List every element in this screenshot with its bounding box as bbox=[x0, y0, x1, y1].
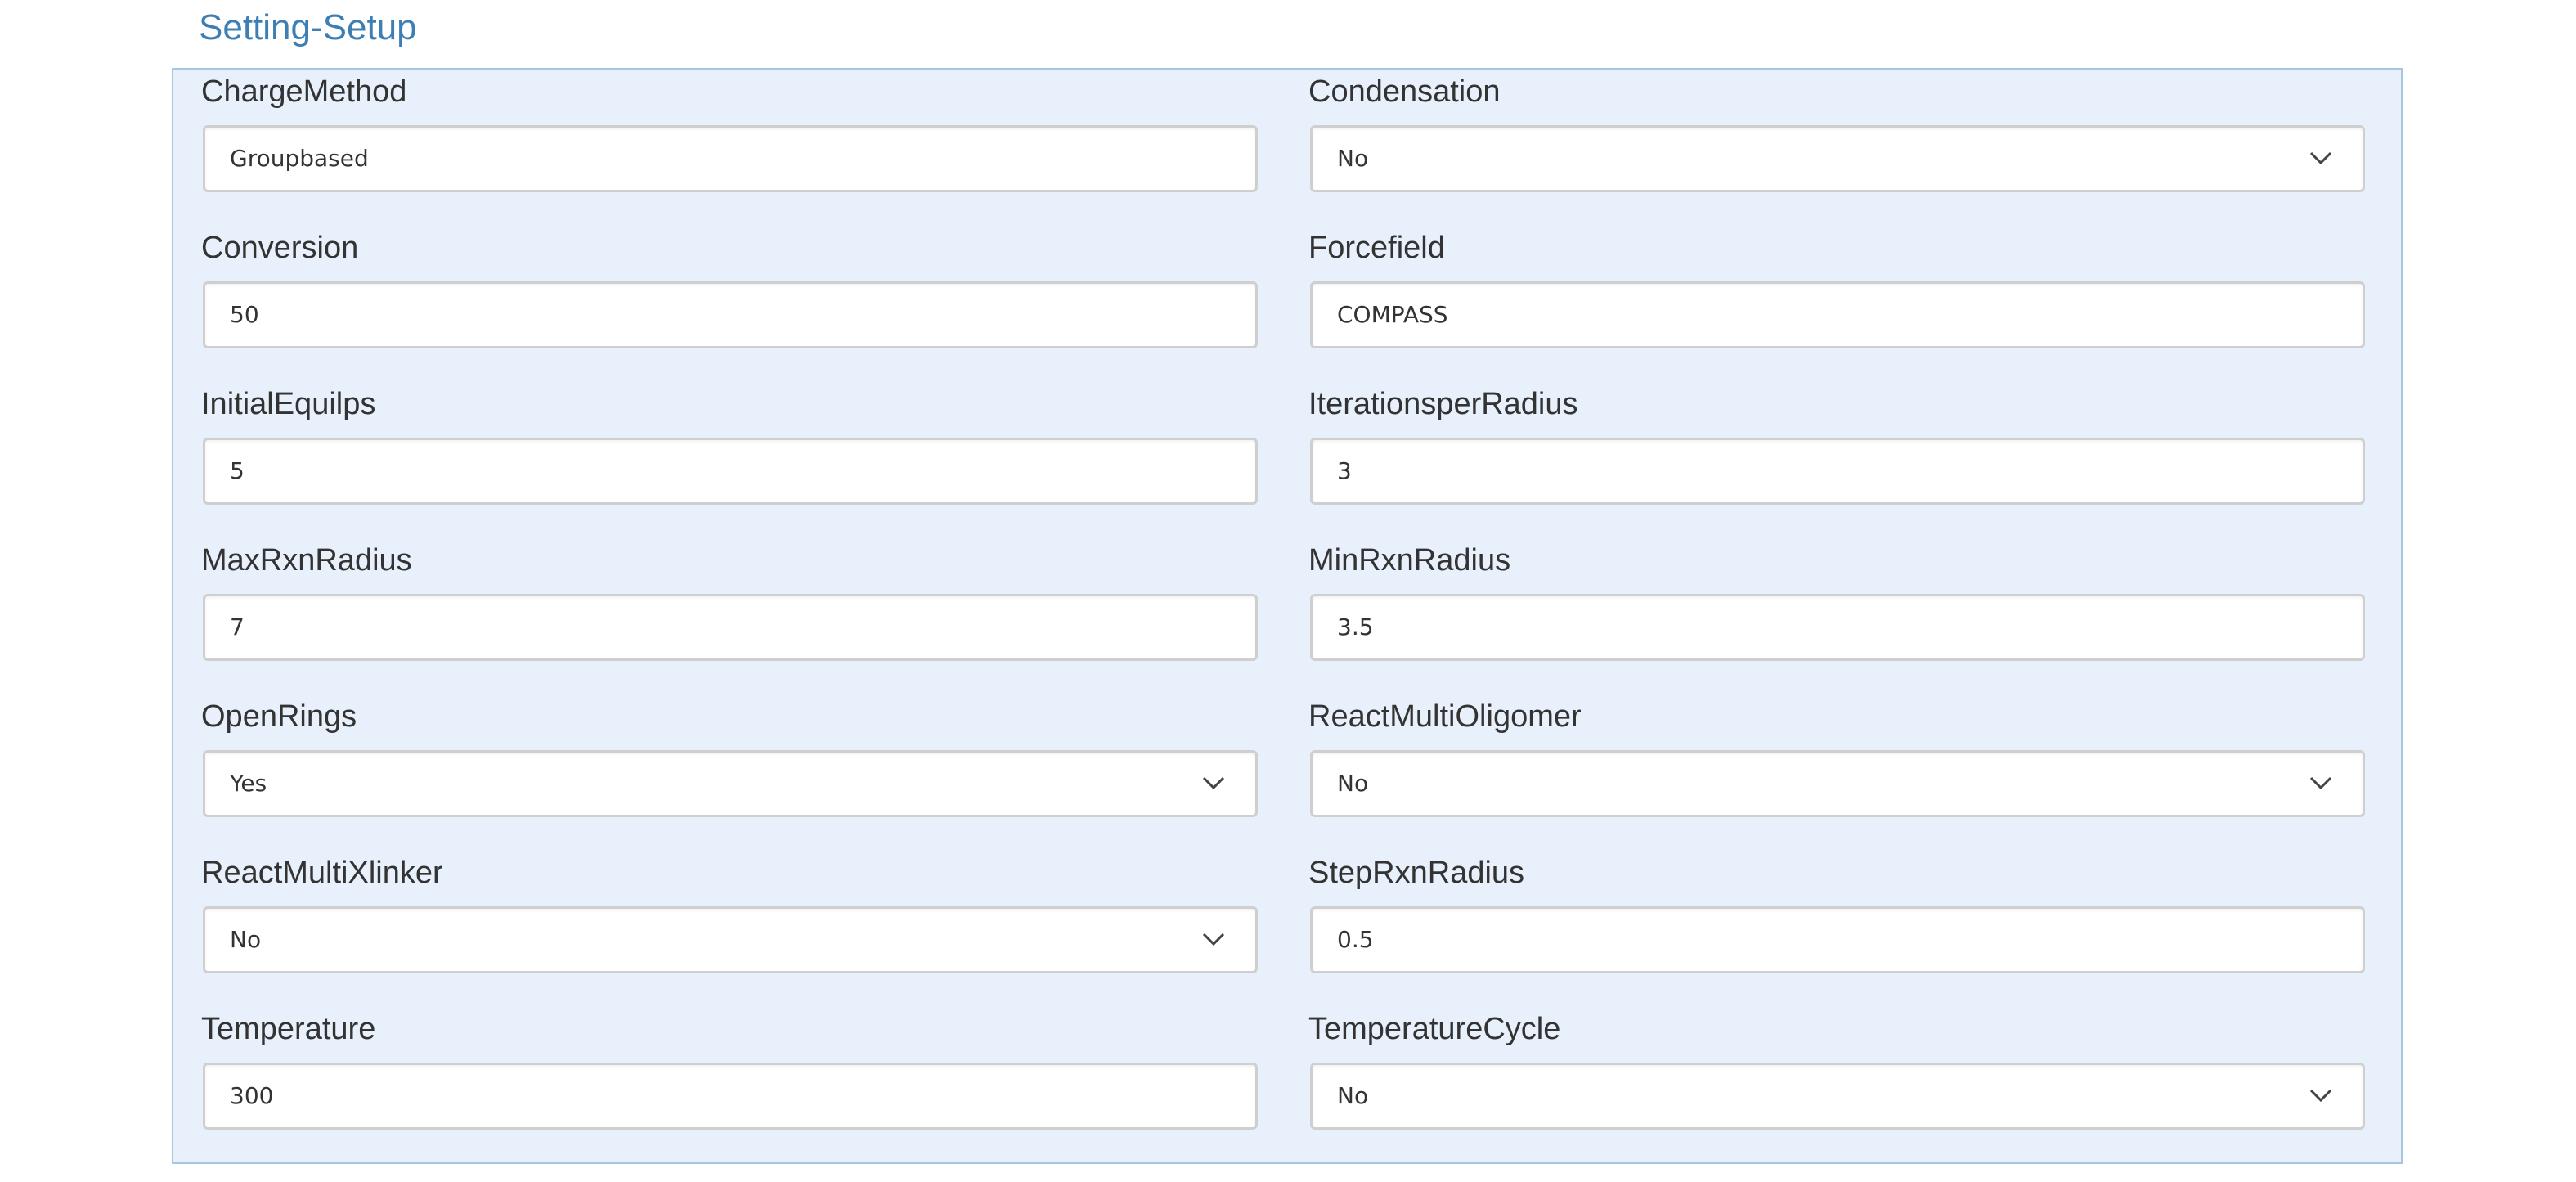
field-value: 300 bbox=[230, 1082, 274, 1109]
field-label: StepRxnRadius bbox=[1308, 856, 1525, 890]
chevron-down-icon bbox=[2309, 776, 2332, 790]
chevron-down-icon bbox=[1202, 776, 1225, 790]
settings-panel: ChargeMethod Groupbased Condensation No … bbox=[172, 68, 2403, 1164]
field-value: COMPASS bbox=[1337, 301, 1448, 328]
charge-method-input[interactable]: Groupbased bbox=[203, 125, 1258, 192]
field-label: MinRxnRadius bbox=[1308, 543, 1511, 578]
max-rxn-radius-input[interactable]: 7 bbox=[203, 594, 1258, 661]
field-value: Yes bbox=[230, 770, 267, 797]
field-label: IterationsperRadius bbox=[1308, 387, 1578, 421]
step-rxn-radius-input[interactable]: 0.5 bbox=[1310, 906, 2365, 973]
min-rxn-radius-input[interactable]: 3.5 bbox=[1310, 594, 2365, 661]
field-value: No bbox=[230, 926, 262, 953]
react-multi-xlinker-select[interactable]: No bbox=[203, 906, 1258, 973]
react-multi-oligomer-select[interactable]: No bbox=[1310, 750, 2365, 817]
field-label: MaxRxnRadius bbox=[201, 543, 412, 578]
field-value: No bbox=[1337, 1082, 1369, 1109]
field-label: Forcefield bbox=[1308, 231, 1445, 265]
field-value: 3 bbox=[1337, 457, 1352, 484]
field-value: No bbox=[1337, 770, 1369, 797]
chevron-down-icon bbox=[2309, 151, 2332, 165]
field-value: 5 bbox=[230, 457, 245, 484]
field-value: Groupbased bbox=[230, 145, 369, 172]
forcefield-input[interactable]: COMPASS bbox=[1310, 281, 2365, 348]
condensation-select[interactable]: No bbox=[1310, 125, 2365, 192]
open-rings-select[interactable]: Yes bbox=[203, 750, 1258, 817]
initial-equilps-input[interactable]: 5 bbox=[203, 438, 1258, 505]
field-label: Conversion bbox=[201, 231, 359, 265]
settings-page: Setting-Setup ChargeMethod Groupbased Co… bbox=[0, 0, 2576, 1182]
section-title: Setting-Setup bbox=[199, 7, 417, 47]
chevron-down-icon bbox=[2309, 1089, 2332, 1103]
field-value: 3.5 bbox=[1337, 613, 1374, 640]
field-value: 7 bbox=[230, 613, 245, 640]
temperature-cycle-select[interactable]: No bbox=[1310, 1063, 2365, 1130]
field-value: 0.5 bbox=[1337, 926, 1374, 953]
chevron-down-icon bbox=[1202, 933, 1225, 946]
field-label: OpenRings bbox=[201, 699, 357, 734]
field-label: ReactMultiOligomer bbox=[1308, 699, 1582, 734]
field-label: InitialEquilps bbox=[201, 387, 376, 421]
field-label: ReactMultiXlinker bbox=[201, 856, 443, 890]
field-label: Temperature bbox=[201, 1012, 376, 1046]
field-label: Condensation bbox=[1308, 74, 1501, 109]
iterations-per-radius-input[interactable]: 3 bbox=[1310, 438, 2365, 505]
conversion-input[interactable]: 50 bbox=[203, 281, 1258, 348]
temperature-input[interactable]: 300 bbox=[203, 1063, 1258, 1130]
field-label: ChargeMethod bbox=[201, 74, 407, 109]
field-value: 50 bbox=[230, 301, 259, 328]
field-value: No bbox=[1337, 145, 1369, 172]
field-label: TemperatureCycle bbox=[1308, 1012, 1561, 1046]
